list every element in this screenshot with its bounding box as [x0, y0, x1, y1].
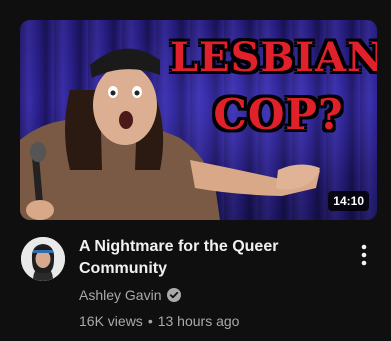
duration-badge: 14:10: [328, 191, 369, 211]
channel-row: Ashley Gavin: [79, 285, 349, 305]
thumbnail-overlay-text: LESBIAN COP?: [170, 38, 377, 136]
stats-separator: •: [147, 313, 153, 329]
upload-age: 13 hours ago: [157, 313, 240, 329]
view-count: 16K views: [79, 313, 143, 329]
overlay-line-2: COP?: [213, 90, 344, 139]
channel-avatar[interactable]: [21, 237, 65, 281]
video-card: LESBIAN COP? 14:10 A Nightmare for the Q…: [0, 0, 391, 341]
video-metadata: A Nightmare for the Queer Community Ashl…: [79, 236, 349, 331]
video-title[interactable]: A Nightmare for the Queer Community: [79, 236, 349, 280]
verified-check-icon: [167, 288, 182, 302]
more-vert-icon[interactable]: [352, 242, 376, 270]
video-stats: 16K views • 13 hours ago: [79, 311, 349, 331]
channel-name[interactable]: Ashley Gavin: [79, 285, 161, 305]
video-thumbnail[interactable]: LESBIAN COP? 14:10: [20, 20, 377, 220]
avatar-image: [21, 237, 65, 281]
overlay-line-1: LESBIAN: [170, 34, 377, 81]
